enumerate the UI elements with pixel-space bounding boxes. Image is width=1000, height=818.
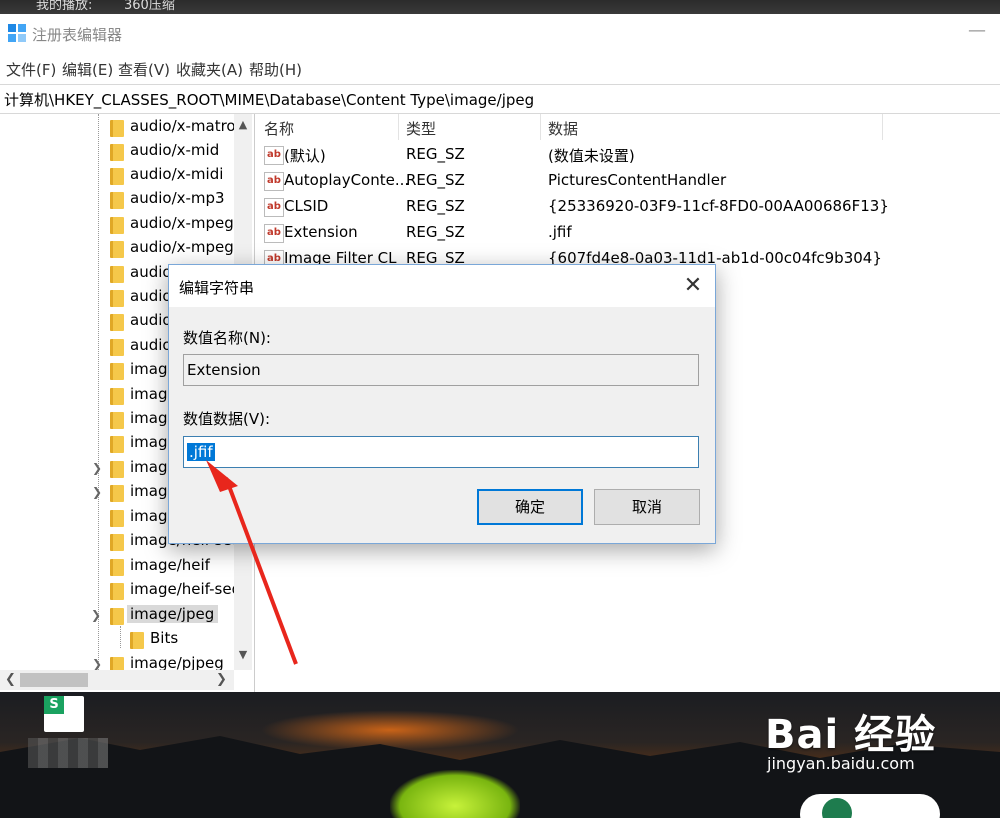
folder-icon <box>110 412 124 429</box>
registry-icon <box>8 24 26 42</box>
tree-horizontal-scrollbar[interactable]: ❮ ❯ <box>0 670 234 690</box>
tent-image <box>390 770 520 818</box>
scroll-down-icon[interactable]: ▼ <box>237 648 249 661</box>
menu-help[interactable]: 帮助(H) <box>249 59 302 80</box>
folder-icon <box>110 314 124 331</box>
column-divider[interactable] <box>882 114 883 140</box>
folder-icon <box>130 632 144 649</box>
floating-button-icon <box>822 798 852 818</box>
folder-icon <box>110 339 124 356</box>
list-row[interactable]: ab (默认) REG_SZ (数值未设置) <box>258 142 1000 168</box>
folder-icon <box>110 510 124 527</box>
folder-icon <box>110 583 124 600</box>
column-divider[interactable] <box>540 114 541 140</box>
top-strip-text-2: 360压缩 <box>124 0 175 13</box>
folder-icon <box>110 388 124 405</box>
folder-icon <box>110 559 124 576</box>
folder-icon <box>110 363 124 380</box>
column-divider[interactable] <box>398 114 399 140</box>
folder-icon <box>110 436 124 453</box>
string-value-icon: ab <box>264 172 284 191</box>
scroll-up-icon[interactable]: ▲ <box>237 118 249 131</box>
value-name-field: Extension <box>183 354 699 386</box>
title-bar: 注册表编辑器 — <box>0 14 1000 54</box>
string-value-icon: ab <box>264 224 284 243</box>
top-strip: 我的播放: 360压缩 <box>0 0 1000 14</box>
top-strip-text-1: 我的播放: <box>36 0 93 13</box>
list-header: 名称 类型 数据 <box>258 114 1000 140</box>
chevron-right-icon[interactable]: ❯ <box>92 461 102 475</box>
menu-favorites[interactable]: 收藏夹(A) <box>176 59 243 80</box>
watermark-url: jingyan.baidu.com <box>767 754 915 773</box>
menu-view[interactable]: 查看(V) <box>118 59 170 80</box>
folder-icon <box>110 290 124 307</box>
folder-icon <box>110 217 124 234</box>
desktop-wallpaper: S Bai 经验 jingyan.baidu.com <box>0 692 1000 818</box>
cancel-button[interactable]: 取消 <box>594 489 700 525</box>
scroll-left-icon[interactable]: ❮ <box>5 672 16 687</box>
baidu-watermark: Bai 经验 jingyan.baidu.com <box>765 702 937 773</box>
folder-icon <box>110 608 124 625</box>
tree-guide-line <box>120 626 122 648</box>
menu-file[interactable]: 文件(F) <box>6 59 56 80</box>
column-data[interactable]: 数据 <box>548 118 578 139</box>
spreadsheet-app-icon[interactable]: S <box>44 696 84 732</box>
value-name-label: 数值名称(N): <box>183 329 271 347</box>
folder-icon <box>110 120 124 137</box>
menu-bar: 文件(F) 编辑(E) 查看(V) 收藏夹(A) 帮助(H) <box>0 56 1000 82</box>
folder-icon <box>110 144 124 161</box>
scroll-thumb[interactable] <box>20 673 88 687</box>
ok-button[interactable]: 确定 <box>477 489 583 525</box>
watermark-brand: Bai 经验 <box>765 712 937 758</box>
chevron-right-icon[interactable]: ❯ <box>92 657 102 671</box>
list-row[interactable]: ab Extension REG_SZ .jfif <box>258 220 1000 246</box>
list-row[interactable]: ab CLSID REG_SZ {25336920-03F9-11cf-8FD0… <box>258 194 1000 220</box>
dialog-title-bar: 编辑字符串 ✕ <box>169 265 715 307</box>
s-icon: S <box>44 696 64 714</box>
folder-icon <box>110 485 124 502</box>
folder-icon <box>110 534 124 551</box>
blurred-label <box>28 738 108 768</box>
value-data-input[interactable]: .jfif <box>183 436 699 468</box>
scroll-right-icon[interactable]: ❯ <box>216 672 227 687</box>
tree-guide-line <box>98 114 100 670</box>
string-value-icon: ab <box>264 146 284 165</box>
floating-button[interactable] <box>800 794 940 818</box>
string-value-icon: ab <box>264 198 284 217</box>
folder-icon <box>110 168 124 185</box>
window-title: 注册表编辑器 <box>32 26 123 44</box>
close-icon[interactable]: ✕ <box>679 273 707 299</box>
folder-icon <box>110 241 124 258</box>
chevron-down-icon[interactable]: ❯ <box>91 608 101 622</box>
folder-icon <box>110 192 124 209</box>
menu-edit[interactable]: 编辑(E) <box>62 59 113 80</box>
minimize-icon[interactable]: — <box>962 20 992 50</box>
selected-text[interactable]: .jfif <box>187 443 215 461</box>
edit-string-dialog: 编辑字符串 ✕ 数值名称(N): Extension 数值数据(V): .jfi… <box>168 264 716 544</box>
folder-icon <box>110 461 124 478</box>
list-row[interactable]: ab AutoplayConte... REG_SZ PicturesConte… <box>258 168 1000 194</box>
column-type[interactable]: 类型 <box>406 118 436 139</box>
address-bar[interactable]: 计算机\HKEY_CLASSES_ROOT\MIME\Database\Cont… <box>0 84 1000 114</box>
value-data-label: 数值数据(V): <box>183 410 271 428</box>
chevron-right-icon[interactable]: ❯ <box>92 485 102 499</box>
folder-icon <box>110 266 124 283</box>
dialog-title: 编辑字符串 <box>179 279 255 297</box>
address-path[interactable]: 计算机\HKEY_CLASSES_ROOT\MIME\Database\Cont… <box>4 89 534 110</box>
column-name[interactable]: 名称 <box>264 118 294 139</box>
